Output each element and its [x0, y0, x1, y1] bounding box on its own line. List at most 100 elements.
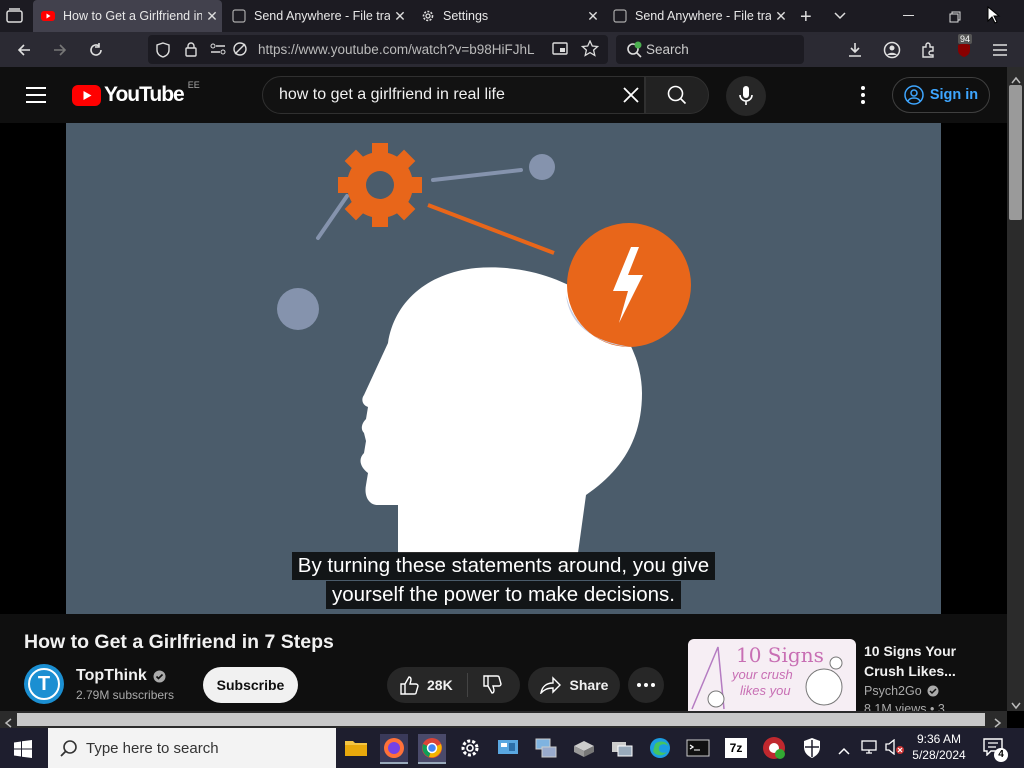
7zip-icon[interactable]: 7z: [722, 734, 750, 762]
url-text[interactable]: https://www.youtube.com/watch?v=b98HiFJh…: [258, 42, 558, 57]
network-computer-icon[interactable]: [532, 734, 560, 762]
taskbar-search-placeholder: Type here to search: [86, 739, 219, 757]
close-tab-icon[interactable]: ✕: [202, 8, 222, 25]
back-button[interactable]: [8, 32, 40, 67]
extensions-button[interactable]: [912, 32, 944, 67]
horizontal-scroll-thumb[interactable]: [17, 713, 985, 726]
channel-avatar[interactable]: T: [24, 664, 64, 704]
tab-strip: How to Get a Girlfriend in 7 Steps ✕ Sen…: [0, 0, 1024, 32]
control-panel-icon[interactable]: [494, 734, 522, 762]
close-tab-icon[interactable]: ✕: [771, 8, 791, 25]
windows-taskbar: Type here to search 7z 9:36 AM 5/28/2024…: [0, 728, 1024, 768]
search-icon: [667, 85, 687, 105]
voice-search-button[interactable]: [726, 76, 766, 116]
video-info-section: How to Get a Girlfriend in 7 Steps T Top…: [0, 614, 1007, 716]
tab-send-anywhere-1[interactable]: Send Anywhere - File transfer ✕: [224, 0, 410, 32]
minimize-button[interactable]: [903, 15, 914, 16]
windows-start-icon[interactable]: [14, 740, 32, 763]
picture-in-picture-icon[interactable]: [552, 41, 568, 57]
tab-list-icon[interactable]: [6, 8, 24, 24]
file-explorer-icon[interactable]: [342, 734, 370, 762]
disk-drive-icon[interactable]: [570, 734, 598, 762]
search-query[interactable]: how to get a girlfriend in real life: [279, 86, 505, 104]
youtube-logo[interactable]: YouTube EE: [72, 80, 200, 107]
youtube-play-icon: [72, 84, 101, 106]
downloads-button[interactable]: [839, 32, 871, 67]
sign-in-button[interactable]: Sign in: [892, 77, 990, 113]
thumbs-up-icon: [400, 676, 419, 695]
shield-icon[interactable]: [156, 42, 170, 58]
dislike-button[interactable]: [468, 675, 516, 695]
permissions-icon[interactable]: [210, 43, 226, 55]
tab-title: How to Get a Girlfriend in 7 Steps: [63, 9, 202, 23]
close-tab-icon[interactable]: ✕: [390, 8, 410, 25]
bookmark-star-icon[interactable]: [581, 40, 599, 58]
recommended-channel-name: Psych2Go: [864, 684, 922, 698]
close-window-button[interactable]: [986, 5, 1002, 31]
scroll-thumb[interactable]: [1009, 85, 1022, 220]
tab-settings[interactable]: Settings ✕: [413, 0, 603, 32]
app-circle-icon[interactable]: [760, 734, 788, 762]
more-actions-button[interactable]: [628, 667, 664, 703]
share-button[interactable]: Share: [528, 667, 620, 703]
firefox-icon[interactable]: [380, 734, 408, 764]
network-icon[interactable]: [861, 739, 879, 760]
verified-icon: [927, 685, 939, 697]
video-player[interactable]: By turning these statements around, you …: [66, 123, 941, 614]
share-icon: [539, 676, 561, 694]
verified-icon: [153, 670, 166, 682]
thumbs-down-icon: [483, 675, 502, 694]
guide-menu-icon[interactable]: [26, 87, 46, 108]
volume-muted-icon[interactable]: [885, 738, 905, 760]
taskbar-search-box[interactable]: Type here to search: [48, 728, 336, 768]
like-dislike-group: 28K: [387, 667, 520, 703]
edge-icon[interactable]: [646, 734, 674, 762]
terminal-icon[interactable]: [684, 734, 712, 762]
youtube-header: YouTube EE how to get a girlfriend in re…: [0, 67, 1007, 123]
lock-icon[interactable]: [184, 41, 198, 57]
youtube-search-input[interactable]: how to get a girlfriend in real life: [262, 76, 645, 114]
tab-youtube[interactable]: How to Get a Girlfriend in 7 Steps ✕: [33, 0, 222, 32]
clock-date: 5/28/2024: [912, 748, 966, 762]
extension-badge: 94: [958, 34, 973, 44]
browser-search-box[interactable]: Search: [616, 35, 804, 64]
close-tab-icon[interactable]: ✕: [583, 8, 603, 25]
vertical-scrollbar[interactable]: [1007, 67, 1024, 711]
scroll-down-arrow-icon[interactable]: [1011, 697, 1021, 715]
tab-send-anywhere-2[interactable]: Send Anywhere - File transfer ✕: [605, 0, 791, 32]
recommended-channel[interactable]: Psych2Go: [864, 684, 939, 698]
more-options-icon[interactable]: [860, 86, 866, 109]
recommended-thumbnail[interactable]: 10 Signs your crush likes you: [688, 639, 856, 711]
show-hidden-icons-icon[interactable]: [838, 742, 850, 760]
account-button[interactable]: [876, 32, 908, 67]
search-icon: [60, 740, 77, 757]
sign-in-label: Sign in: [929, 87, 979, 103]
address-bar[interactable]: https://www.youtube.com/watch?v=b98HiFJh…: [148, 35, 608, 64]
thumbnail-text-2: your crush: [732, 667, 793, 682]
send-anywhere-favicon-icon: [232, 9, 246, 23]
new-tab-button[interactable]: +: [800, 6, 812, 29]
user-avatar-icon: [904, 85, 924, 105]
clock[interactable]: 9:36 AM 5/28/2024: [904, 731, 974, 763]
more-horizontal-icon: [637, 683, 655, 687]
tracking-blocked-icon[interactable]: [232, 41, 248, 57]
like-button[interactable]: 28K: [387, 673, 468, 697]
video-title: How to Get a Girlfriend in 7 Steps: [24, 631, 334, 653]
forward-button[interactable]: [44, 32, 76, 67]
youtube-search-button[interactable]: [645, 76, 709, 114]
chrome-icon[interactable]: [418, 734, 446, 764]
reload-button[interactable]: [80, 32, 112, 67]
horizontal-scrollbar[interactable]: [0, 711, 1007, 728]
clear-search-icon[interactable]: [622, 86, 640, 104]
like-count: 28K: [427, 677, 453, 693]
remote-desktop-icon[interactable]: [608, 734, 636, 762]
restore-button[interactable]: [949, 10, 961, 28]
subscribe-button[interactable]: Subscribe: [203, 667, 298, 703]
menu-hamburger-icon[interactable]: [984, 32, 1016, 67]
settings-gear-icon[interactable]: [456, 734, 484, 762]
region-code: EE: [187, 80, 200, 90]
channel-name[interactable]: TopThink: [76, 667, 166, 685]
chevron-down-icon[interactable]: [833, 8, 847, 27]
recommended-title[interactable]: 10 Signs Your Crush Likes...: [864, 641, 974, 681]
security-shield-icon[interactable]: [798, 734, 826, 762]
